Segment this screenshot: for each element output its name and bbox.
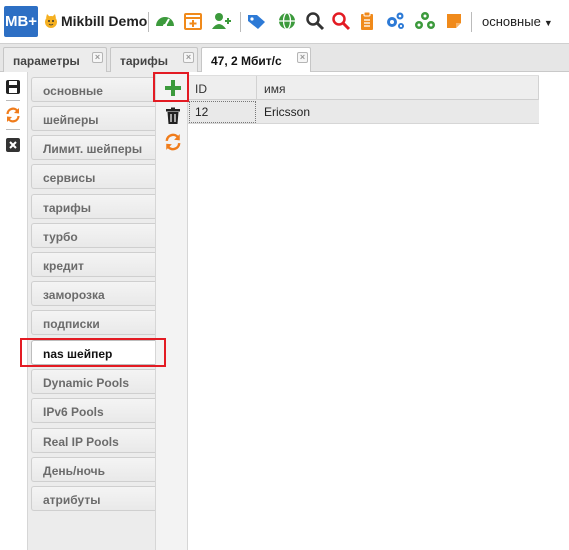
category-ipv6-pools[interactable]: IPv6 Pools <box>31 398 155 423</box>
user-menu-dropdown[interactable]: основные ▼ <box>482 14 553 29</box>
category-label: атрибуты <box>43 493 101 507</box>
divider <box>6 129 20 130</box>
category-kredit[interactable]: кредит <box>31 252 155 277</box>
category-label: сервисы <box>43 171 96 185</box>
tab-label: 47, 2 Мбит/с <box>211 54 282 68</box>
note-icon[interactable] <box>443 10 465 32</box>
search-icon[interactable] <box>304 10 326 32</box>
tab-close-icon[interactable]: × <box>297 52 308 63</box>
tab-close-icon[interactable]: × <box>183 52 194 63</box>
tab-label: тарифы <box>120 54 169 68</box>
category-limit-sheipery[interactable]: Лимит. шейперы <box>31 135 155 160</box>
settings-cogs-icon[interactable] <box>384 10 406 32</box>
app-logo[interactable]: MB+ <box>4 6 38 37</box>
add-icon[interactable] <box>164 79 182 97</box>
dashboard-icon[interactable] <box>154 10 176 32</box>
column-header-name[interactable]: имя <box>257 76 539 100</box>
category-label: шейперы <box>43 113 99 127</box>
category-label: День/ночь <box>43 464 105 478</box>
category-atributy[interactable]: атрибуты <box>31 486 155 511</box>
data-grid: ID имя 12 Ericsson <box>188 72 569 550</box>
category-sheipery[interactable]: шейперы <box>31 106 155 131</box>
category-servisy[interactable]: сервисы <box>31 164 155 189</box>
globe-icon[interactable] <box>276 10 298 32</box>
category-label: Dynamic Pools <box>43 376 130 390</box>
category-label: заморозка <box>43 288 105 302</box>
clipboard-icon[interactable] <box>356 10 378 32</box>
toolbar-divider <box>148 12 149 32</box>
save-icon[interactable] <box>5 79 21 95</box>
tags-icon[interactable] <box>246 10 268 32</box>
category-label: основные <box>43 84 103 98</box>
category-turbo[interactable]: турбо <box>31 223 155 248</box>
network-icon[interactable] <box>414 10 436 32</box>
toolbar-divider <box>240 12 241 32</box>
tab-bar: параметры × тарифы × 47, 2 Мбит/с × <box>0 43 569 74</box>
cell-name[interactable]: Ericsson <box>257 100 539 124</box>
user-menu-label: основные <box>482 14 541 29</box>
category-label: Real IP Pools <box>43 435 119 449</box>
category-real-ip-pools[interactable]: Real IP Pools <box>31 428 155 453</box>
close-icon[interactable] <box>5 137 21 153</box>
tab-close-icon[interactable]: × <box>92 52 103 63</box>
category-dynamic-pools[interactable]: Dynamic Pools <box>31 369 155 394</box>
category-zamorozka[interactable]: заморозка <box>31 281 155 306</box>
tab-parametry[interactable]: параметры × <box>3 47 107 73</box>
search-red-icon[interactable] <box>330 10 352 32</box>
category-list: основные шейперы Лимит. шейперы сервисы … <box>27 72 155 550</box>
grid-actions-column <box>155 72 188 550</box>
brand-name[interactable]: Mikbill Demo <box>61 13 147 29</box>
category-nas-sheiper[interactable]: nas шейпер <box>31 340 155 365</box>
category-podpiski[interactable]: подписки <box>31 310 155 335</box>
column-header-id[interactable]: ID <box>188 76 257 100</box>
refresh-icon[interactable] <box>5 107 21 123</box>
cat-icon <box>45 14 57 28</box>
category-osnovnye[interactable]: основные <box>31 77 155 102</box>
tab-tariff-47[interactable]: 47, 2 Мбит/с × <box>201 47 311 74</box>
grid-header: ID имя <box>188 75 539 100</box>
table-row[interactable]: 12 Ericsson <box>188 100 539 124</box>
add-user-icon[interactable] <box>210 10 232 32</box>
delete-icon[interactable] <box>164 107 182 125</box>
cell-id[interactable]: 12 <box>188 100 257 124</box>
category-label: подписки <box>43 317 100 331</box>
category-label: nas шейпер <box>43 347 113 361</box>
category-tarify[interactable]: тарифы <box>31 194 155 219</box>
category-label: турбо <box>43 230 78 244</box>
caret-down-icon: ▼ <box>543 18 553 28</box>
category-label: Лимит. шейперы <box>43 142 143 156</box>
tab-tarify[interactable]: тарифы × <box>110 47 198 73</box>
form-actions-column <box>0 72 27 550</box>
category-label: тарифы <box>43 201 92 215</box>
toolbar-divider <box>471 12 472 32</box>
category-label: кредит <box>43 259 84 273</box>
top-toolbar: MB+ Mikbill Demo основные ▼ <box>0 0 569 43</box>
calendar-add-icon[interactable] <box>182 10 204 32</box>
category-label: IPv6 Pools <box>43 405 104 419</box>
refresh-icon[interactable] <box>164 133 182 151</box>
tab-label: параметры <box>13 54 80 68</box>
category-den-noch[interactable]: День/ночь <box>31 457 155 482</box>
divider <box>6 100 20 101</box>
